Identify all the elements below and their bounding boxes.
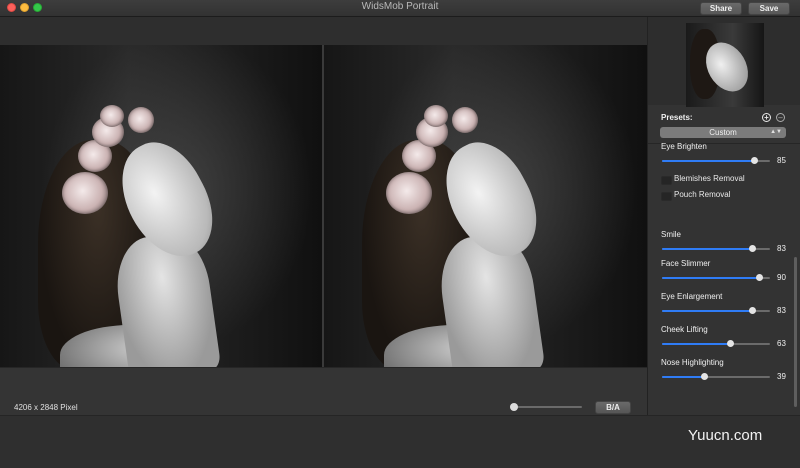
cheek-lifting-track[interactable] (662, 340, 770, 347)
eye-enlargement-value: 83 (777, 306, 786, 315)
cheek-lifting-value: 63 (777, 339, 786, 348)
before-photo (0, 45, 322, 367)
smile-label: Smile (661, 230, 682, 239)
slider-knob[interactable] (748, 307, 756, 314)
slider-fill (662, 248, 752, 250)
rose (452, 107, 478, 133)
after-photo (324, 45, 647, 367)
window-title: WidsMob Portrait (361, 1, 439, 12)
slider-fill (662, 277, 760, 279)
slider-fill (662, 160, 754, 162)
blemishes-removal-checkbox[interactable] (661, 176, 672, 185)
before-after-button[interactable]: B/A (595, 401, 631, 414)
remove-preset-icon[interactable]: – (776, 113, 785, 122)
zoom-slider-knob[interactable] (509, 403, 518, 411)
slider-knob[interactable] (756, 274, 764, 281)
slider-fill (662, 343, 731, 345)
pouch-removal-label: Pouch Removal (674, 190, 731, 199)
rose (424, 105, 448, 127)
blemishes-removal-label: Blemishes Removal (674, 174, 745, 183)
rose (100, 105, 124, 127)
cheek-lifting-label: Cheek Lifting (661, 325, 708, 334)
face-slimmer-track[interactable] (662, 274, 770, 281)
presets-label: Presets: (661, 113, 693, 122)
pixel-dimensions: 4206 x 2848 Pixel (14, 403, 78, 412)
slider-knob[interactable] (701, 373, 709, 380)
eye-enlargement-track[interactable] (662, 307, 770, 314)
eye-enlargement-label: Eye Enlargement (661, 292, 723, 301)
preset-dropdown[interactable]: Custom ▲▼ (660, 127, 786, 138)
slider-fill (662, 310, 752, 312)
preset-dropdown-value: Custom (709, 128, 737, 137)
face-slimmer-value: 90 (777, 273, 786, 282)
slider-knob[interactable] (727, 340, 735, 347)
rose (128, 107, 154, 133)
status-bar: 4206 x 2848 Pixel B/A (0, 367, 647, 416)
zoom-slider-track[interactable] (510, 406, 582, 408)
panel-scrollbar[interactable] (794, 257, 797, 407)
smile-track[interactable] (662, 245, 770, 252)
eye-brighten-track[interactable] (662, 157, 770, 164)
bottom-area (0, 415, 800, 468)
rose (62, 172, 108, 214)
adjustment-panel: Presets: + – Custom ▲▼ Eye Brighten 85 B… (647, 17, 800, 415)
preview-thumbnail[interactable] (686, 23, 764, 107)
eye-brighten-label: Eye Brighten (661, 142, 707, 151)
title-bar: WidsMob Portrait Share Save (0, 0, 800, 17)
smile-value: 83 (777, 244, 786, 253)
add-preset-icon[interactable]: + (762, 113, 771, 122)
thumbnail-area (648, 17, 800, 107)
rose (386, 172, 432, 214)
save-button[interactable]: Save (748, 2, 790, 15)
slider-knob[interactable] (748, 245, 756, 252)
toolbar-area (0, 17, 647, 45)
share-button[interactable]: Share (700, 2, 742, 15)
pouch-removal-checkbox[interactable] (661, 192, 672, 201)
eye-brighten-value: 85 (777, 156, 786, 165)
dropdown-arrows-icon: ▲▼ (770, 129, 782, 135)
nose-highlighting-track[interactable] (662, 373, 770, 380)
watermark-text: Yuucn.com (688, 427, 763, 444)
nose-highlighting-label: Nose Highlighting (661, 358, 724, 367)
slider-knob[interactable] (750, 157, 758, 164)
nose-highlighting-value: 39 (777, 372, 786, 381)
face-slimmer-label: Face Slimmer (661, 259, 711, 268)
photo-canvas (0, 45, 647, 367)
slider-fill (662, 376, 705, 378)
